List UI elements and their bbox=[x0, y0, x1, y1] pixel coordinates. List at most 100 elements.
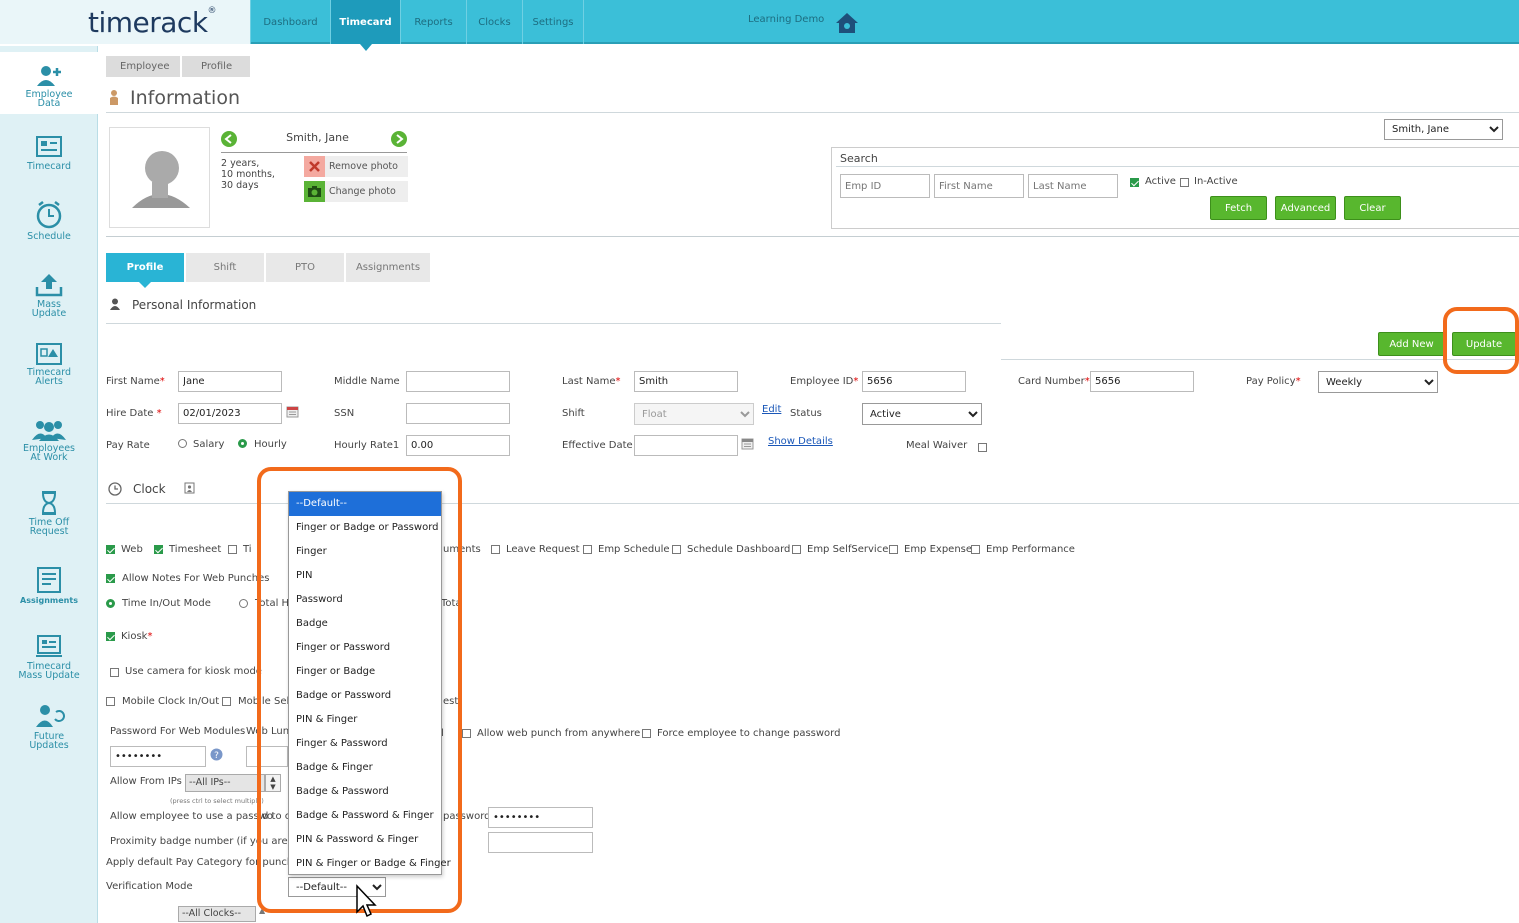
nav-reports[interactable]: Reports bbox=[400, 0, 466, 44]
sidebar-item-employee-data[interactable]: Employee Data bbox=[0, 52, 98, 114]
add-new-button[interactable]: Add New bbox=[1378, 332, 1445, 356]
breadcrumb-employee[interactable]: Employee bbox=[106, 56, 180, 77]
sidebar-item-timecard[interactable]: Timecard bbox=[0, 134, 98, 176]
mobile-self-checkbox[interactable] bbox=[222, 697, 231, 706]
proximity-input[interactable] bbox=[488, 832, 593, 853]
schedule-dashboard-checkbox[interactable] bbox=[672, 545, 681, 554]
emp-performance-checkbox[interactable] bbox=[971, 545, 980, 554]
kiosk-checkbox[interactable] bbox=[106, 632, 115, 641]
total-hours-radio[interactable] bbox=[239, 599, 248, 608]
meal-waiver-checkbox[interactable] bbox=[978, 443, 987, 452]
hire-date-input[interactable] bbox=[178, 403, 282, 424]
clock-password-input[interactable] bbox=[488, 807, 593, 828]
employee-id-input[interactable] bbox=[862, 371, 966, 392]
employee-name: Smith, Jane bbox=[286, 131, 349, 144]
meal-waiver-label: Meal Waiver bbox=[906, 440, 968, 451]
calendar-icon[interactable] bbox=[286, 405, 299, 418]
web-password-input[interactable] bbox=[110, 746, 206, 767]
tab-pto[interactable]: PTO bbox=[266, 253, 345, 282]
sidebar-item-assignments[interactable]: Assignments bbox=[0, 566, 98, 606]
active-checkbox[interactable] bbox=[1130, 178, 1139, 187]
tab-shift[interactable]: Shift bbox=[186, 253, 265, 282]
badge-id-icon[interactable] bbox=[184, 482, 195, 494]
effective-date-input[interactable] bbox=[634, 435, 738, 456]
ips-listbox[interactable]: --All IPs-- bbox=[185, 774, 265, 792]
tab-assignments[interactable]: Assignments bbox=[346, 253, 431, 282]
timesheet-checkbox[interactable] bbox=[154, 545, 163, 554]
ti-checkbox[interactable] bbox=[228, 545, 237, 554]
pay-policy-label: Pay Policy* bbox=[1246, 376, 1301, 387]
leave-request-checkbox[interactable] bbox=[491, 545, 500, 554]
personal-info-heading: Personal Information bbox=[132, 298, 257, 312]
card-number-input[interactable] bbox=[1090, 371, 1194, 392]
middle-name-label: Middle Name bbox=[334, 376, 400, 387]
clear-button[interactable]: Clear bbox=[1344, 196, 1401, 220]
use-camera-checkbox[interactable] bbox=[110, 668, 119, 677]
nav-dashboard[interactable]: Dashboard bbox=[250, 0, 330, 44]
advanced-button[interactable]: Advanced bbox=[1275, 196, 1336, 220]
sidebar-item-schedule[interactable]: Schedule bbox=[0, 198, 98, 244]
edit-shift-link[interactable]: Edit bbox=[762, 404, 781, 415]
employee-select[interactable]: Smith, Jane bbox=[1384, 119, 1503, 140]
mobile-clock-checkbox[interactable] bbox=[106, 697, 115, 706]
search-title: Search bbox=[840, 152, 878, 165]
tab-profile[interactable]: Profile bbox=[106, 253, 185, 288]
sidebar-item-timecard-alerts[interactable]: Timecard Alerts bbox=[0, 342, 98, 392]
emp-expense-checkbox[interactable] bbox=[889, 545, 898, 554]
nav-timecard[interactable]: Timecard bbox=[330, 0, 400, 51]
remove-photo-button[interactable]: Remove photo bbox=[304, 156, 408, 177]
prev-employee-icon[interactable] bbox=[221, 131, 237, 147]
sidebar-item-timecard-mass-update[interactable]: Timecard Mass Update bbox=[0, 634, 98, 680]
show-details-link[interactable]: Show Details bbox=[768, 436, 833, 447]
change-photo-button[interactable]: Change photo bbox=[304, 181, 408, 202]
employee-photo bbox=[109, 127, 210, 228]
emp-selfservice-checkbox[interactable] bbox=[792, 545, 801, 554]
allow-web-anywhere-checkbox[interactable] bbox=[462, 729, 471, 738]
emp-schedule-checkbox[interactable] bbox=[583, 545, 592, 554]
force-change-password-checkbox[interactable] bbox=[642, 729, 651, 738]
effective-calendar-icon[interactable] bbox=[741, 437, 754, 450]
status-select[interactable]: Active bbox=[862, 403, 982, 425]
use-camera-label: Use camera for kiosk mode bbox=[125, 666, 262, 677]
timerack-logo[interactable]: timerack® bbox=[88, 6, 217, 39]
salary-label: Salary bbox=[193, 439, 225, 450]
clocks-listbox[interactable]: --All Clocks-- bbox=[178, 906, 256, 922]
pay-policy-select[interactable]: Weekly bbox=[1318, 371, 1438, 393]
sidebar: Employee Data Timecard Schedule Mass Updat… bbox=[0, 46, 98, 923]
nav-clocks[interactable]: Clocks bbox=[466, 0, 522, 44]
upload-tray-icon bbox=[35, 274, 63, 297]
leave-request-label: Leave Request bbox=[506, 544, 580, 555]
shift-select[interactable]: Float bbox=[634, 403, 754, 425]
sidebar-item-time-off-request[interactable]: Time Off Request bbox=[0, 490, 98, 538]
ssn-input[interactable] bbox=[406, 403, 510, 424]
help-icon[interactable]: ? bbox=[210, 748, 223, 761]
hourly-rate-label: Hourly Rate1 bbox=[334, 440, 400, 451]
web-checkbox[interactable] bbox=[106, 545, 115, 554]
emp-selfservice-label: Emp SelfService bbox=[807, 544, 889, 555]
sidebar-item-mass-update[interactable]: Mass Update bbox=[0, 272, 98, 322]
first-name-input[interactable] bbox=[178, 371, 282, 392]
emp-id-input[interactable] bbox=[840, 174, 930, 198]
nav-settings[interactable]: Settings bbox=[522, 0, 584, 44]
home-icon[interactable] bbox=[834, 11, 860, 35]
silhouette-icon bbox=[132, 151, 190, 208]
hourly-rate-input[interactable] bbox=[406, 435, 510, 456]
remove-photo-label: Remove photo bbox=[329, 161, 398, 172]
next-employee-icon[interactable] bbox=[391, 131, 407, 147]
first-name-search-input[interactable] bbox=[934, 174, 1024, 198]
salary-radio[interactable] bbox=[178, 439, 187, 448]
fetch-button[interactable]: Fetch bbox=[1210, 196, 1267, 220]
allow-notes-checkbox[interactable] bbox=[106, 574, 115, 583]
sidebar-item-future-updates[interactable]: Future Updates bbox=[0, 702, 98, 752]
last-name-search-input[interactable] bbox=[1028, 174, 1118, 198]
search-divider bbox=[836, 166, 1519, 167]
learning-demo-label: Learning Demo bbox=[748, 14, 825, 25]
middle-name-input[interactable] bbox=[406, 371, 510, 392]
breadcrumb-profile[interactable]: Profile bbox=[182, 56, 250, 77]
inactive-checkbox[interactable] bbox=[1180, 178, 1189, 187]
schedule-dashboard-label: Schedule Dashboard bbox=[687, 544, 791, 555]
sidebar-item-employees-at-work[interactable]: Employees At Work bbox=[0, 418, 98, 466]
hourly-radio[interactable] bbox=[238, 439, 247, 448]
time-in-out-radio[interactable] bbox=[106, 599, 115, 608]
last-name-input[interactable] bbox=[634, 371, 738, 392]
